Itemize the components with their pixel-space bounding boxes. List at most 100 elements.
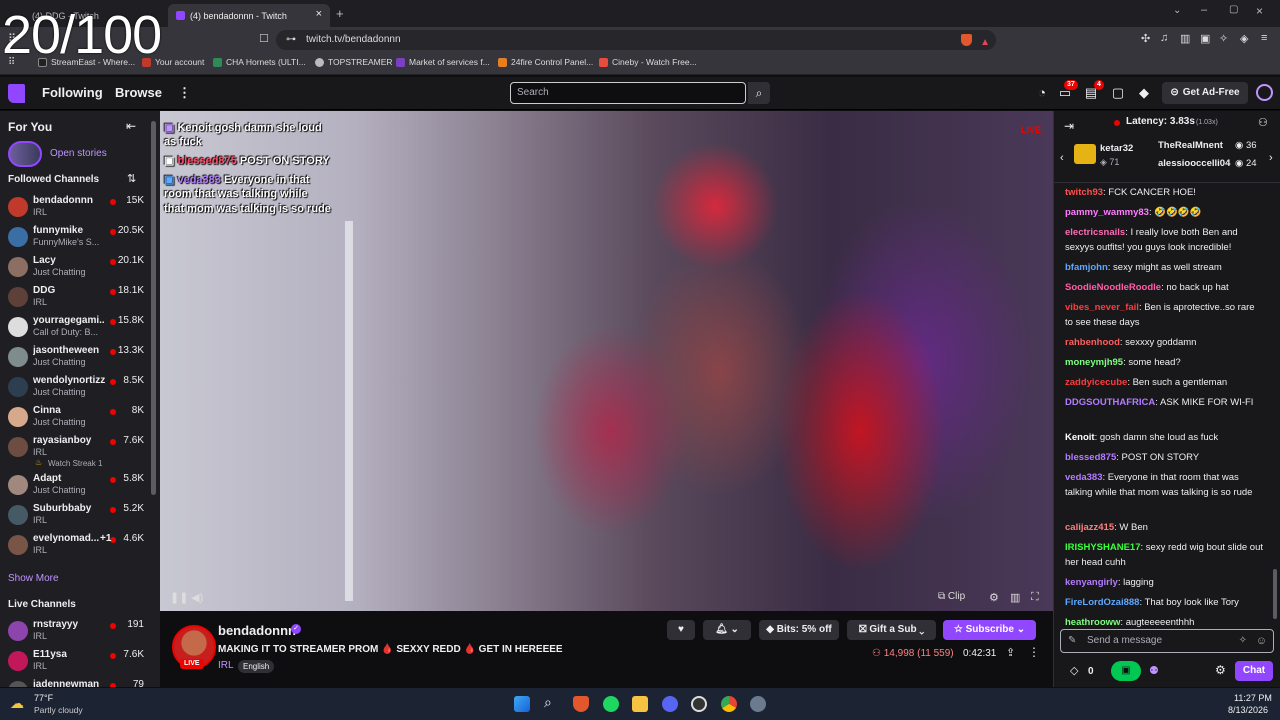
- brave-shield-icon[interactable]: [961, 34, 972, 46]
- nav-following[interactable]: Following: [42, 85, 103, 100]
- sidebar-channel-row[interactable]: Adapt Just Chatting 5.8K: [0, 471, 152, 501]
- sidebar-channel-row[interactable]: funnymike FunnyMike's S... 20.5K: [0, 223, 152, 253]
- sidebar-scrollbar[interactable]: [151, 121, 156, 495]
- site-info-icon[interactable]: ⊶: [286, 30, 296, 50]
- top-user-name[interactable]: alessiooccelli04: [1158, 158, 1230, 169]
- sidebar-icon[interactable]: ▥: [1180, 32, 1190, 45]
- sidebar-channel-row[interactable]: jasontheween Just Chatting 13.3K: [0, 343, 152, 373]
- chat-username[interactable]: bfamjohn: [1065, 262, 1108, 273]
- chrome-icon[interactable]: [721, 696, 737, 712]
- bits-button[interactable]: ◆ Bits: 5% off: [759, 620, 839, 640]
- close-window-icon[interactable]: ×: [1256, 4, 1263, 18]
- channel-points-icon[interactable]: ◇: [1070, 664, 1078, 677]
- new-tab-icon[interactable]: +: [336, 6, 344, 21]
- sidebar-channel-row[interactable]: yourragegami... Call of Duty: B... 15.8K: [0, 313, 152, 343]
- next-arrow-icon[interactable]: ›: [1269, 152, 1273, 164]
- chat-username[interactable]: moneymjh95: [1065, 357, 1123, 368]
- share-icon[interactable]: ⇪: [1006, 646, 1015, 659]
- chat-username[interactable]: twitch93: [1065, 187, 1103, 198]
- language-tag[interactable]: English: [238, 660, 275, 673]
- bookmark-item[interactable]: 24fire Control Panel...: [498, 57, 593, 67]
- emote-icon[interactable]: ✧: [1239, 630, 1247, 652]
- pause-icon[interactable]: ❚❚: [170, 591, 188, 604]
- chat-username[interactable]: Kenoit: [1065, 432, 1095, 443]
- sidebar-channel-row[interactable]: wendolynortizz Just Chatting 8.5K: [0, 373, 152, 403]
- clip-button[interactable]: ⧉ Clip: [938, 591, 965, 602]
- close-tab-icon[interactable]: ×: [316, 8, 322, 20]
- sidebar-channel-row[interactable]: bendadonnn IRL 15K: [0, 193, 152, 223]
- claim-bonus-button[interactable]: ▣: [1111, 661, 1141, 681]
- open-stories-link[interactable]: Open stories: [50, 148, 107, 159]
- chat-username[interactable]: IRISHYSHANE17: [1065, 542, 1141, 553]
- file-explorer-icon[interactable]: [632, 696, 648, 712]
- user-avatar-icon[interactable]: [1256, 84, 1273, 101]
- bookmark-item[interactable]: Market of services f...: [396, 57, 490, 67]
- sidebar-channel-row[interactable]: rayasianboy IRL 7.6K Watch Streak 1 ♨: [0, 433, 152, 468]
- top-user-name[interactable]: ketar32: [1100, 143, 1133, 154]
- leo-ai-icon[interactable]: ✧: [1219, 32, 1228, 45]
- chat-send-button[interactable]: Chat: [1235, 661, 1273, 681]
- start-menu-icon[interactable]: [514, 696, 530, 712]
- search-input[interactable]: Search: [510, 82, 746, 104]
- crown-icon[interactable]: ◆: [1136, 85, 1152, 101]
- sidebar-channel-row[interactable]: Cinna Just Chatting 8K: [0, 403, 152, 433]
- bits-icon[interactable]: ✎: [1068, 630, 1076, 652]
- bookmark-item[interactable]: Cineby - Watch Free...: [599, 57, 697, 67]
- search-icon[interactable]: ⌕: [544, 694, 552, 711]
- community-icon[interactable]: ⚇: [1258, 116, 1268, 129]
- gift-sub-button[interactable]: ⛝ Gift a Sub ⌄: [847, 620, 936, 640]
- chat-settings-icon[interactable]: ⚙: [1215, 663, 1226, 677]
- tab-search-icon[interactable]: ⌄: [1173, 5, 1181, 16]
- nav-more-icon[interactable]: ⋮: [178, 85, 191, 101]
- menu-icon[interactable]: ≡: [1261, 32, 1267, 44]
- bookmark-icon[interactable]: ☐: [259, 32, 269, 45]
- settings-icon[interactable]: ⚙: [989, 591, 999, 604]
- browser-tab-active[interactable]: (4) bendadonnn - Twitch ×: [168, 4, 330, 27]
- search-button[interactable]: ⌕: [748, 82, 770, 104]
- chat-username[interactable]: SoodieNoodleRoodle: [1065, 282, 1161, 293]
- sort-icon[interactable]: ⇅: [127, 172, 136, 185]
- prev-arrow-icon[interactable]: ‹: [1060, 152, 1064, 164]
- volume-icon[interactable]: ◀): [191, 591, 203, 604]
- chat-input[interactable]: ✎ Send a message ✧ ☺: [1060, 629, 1274, 653]
- clock-date[interactable]: 8/13/2026: [1228, 705, 1268, 715]
- chat-scrollbar[interactable]: [1273, 569, 1277, 619]
- settings-app-icon[interactable]: [750, 696, 766, 712]
- turbo-icon[interactable]: ◔: [1034, 85, 1050, 101]
- sidebar-channel-row[interactable]: Suburbbaby IRL 5.2K: [0, 501, 152, 531]
- smiley-icon[interactable]: ☺: [1256, 630, 1267, 652]
- more-options-icon[interactable]: ⋮: [1028, 645, 1040, 659]
- fullscreen-icon[interactable]: ⛶: [1031, 591, 1039, 604]
- bookmark-item[interactable]: CHA Hornets (ULTI...: [213, 57, 306, 67]
- sidebar-channel-row[interactable]: E11ysa IRL 7.6K: [0, 647, 152, 677]
- maximize-icon[interactable]: ▢: [1229, 4, 1238, 15]
- brave-rewards-icon[interactable]: ▲: [980, 33, 990, 53]
- extensions-icon[interactable]: ✣: [1141, 32, 1150, 45]
- show-more-link[interactable]: Show More: [8, 573, 59, 584]
- chat-username[interactable]: FireLordOzai888: [1065, 597, 1139, 608]
- sidebar-channel-row[interactable]: Lacy Just Chatting 20.1K: [0, 253, 152, 283]
- get-ad-free-button[interactable]: ⊝ Get Ad-Free: [1162, 82, 1248, 104]
- collapse-sidebar-icon[interactable]: ⇤: [126, 119, 136, 133]
- chat-username[interactable]: vibes_never_fail: [1065, 302, 1139, 313]
- chat-username[interactable]: kenyangirly: [1065, 577, 1118, 588]
- chat-username[interactable]: blessed875: [1065, 452, 1116, 463]
- chat-username[interactable]: calijazz415: [1065, 522, 1114, 533]
- minimize-icon[interactable]: –: [1201, 4, 1207, 16]
- top-user-name[interactable]: TheRealMnent: [1158, 140, 1223, 151]
- theatre-mode-icon[interactable]: ▥: [1010, 591, 1020, 604]
- chat-username[interactable]: heathrooww: [1065, 617, 1120, 628]
- vpn-icon[interactable]: ◈: [1240, 32, 1248, 45]
- chat-username[interactable]: veda383: [1065, 472, 1103, 483]
- subscribe-button[interactable]: ☆ Subscribe ⌄: [943, 620, 1036, 640]
- address-bar[interactable]: ⊶ twitch.tv/bendadonnn ▲: [276, 30, 996, 50]
- brave-browser-icon[interactable]: [573, 696, 589, 712]
- follow-button[interactable]: ♥: [667, 620, 695, 640]
- bookmark-item[interactable]: TOPSTREAMER: [315, 57, 393, 67]
- robot-icon[interactable]: ⚉: [1149, 664, 1159, 677]
- category-link[interactable]: IRL: [218, 660, 234, 671]
- discord-icon[interactable]: [662, 696, 678, 712]
- sidebar-channel-row[interactable]: evelynomad... IRL 4.6K +1: [0, 531, 152, 561]
- obs-icon[interactable]: [691, 696, 707, 712]
- sidebar-channel-row[interactable]: DDG IRL 18.1K: [0, 283, 152, 313]
